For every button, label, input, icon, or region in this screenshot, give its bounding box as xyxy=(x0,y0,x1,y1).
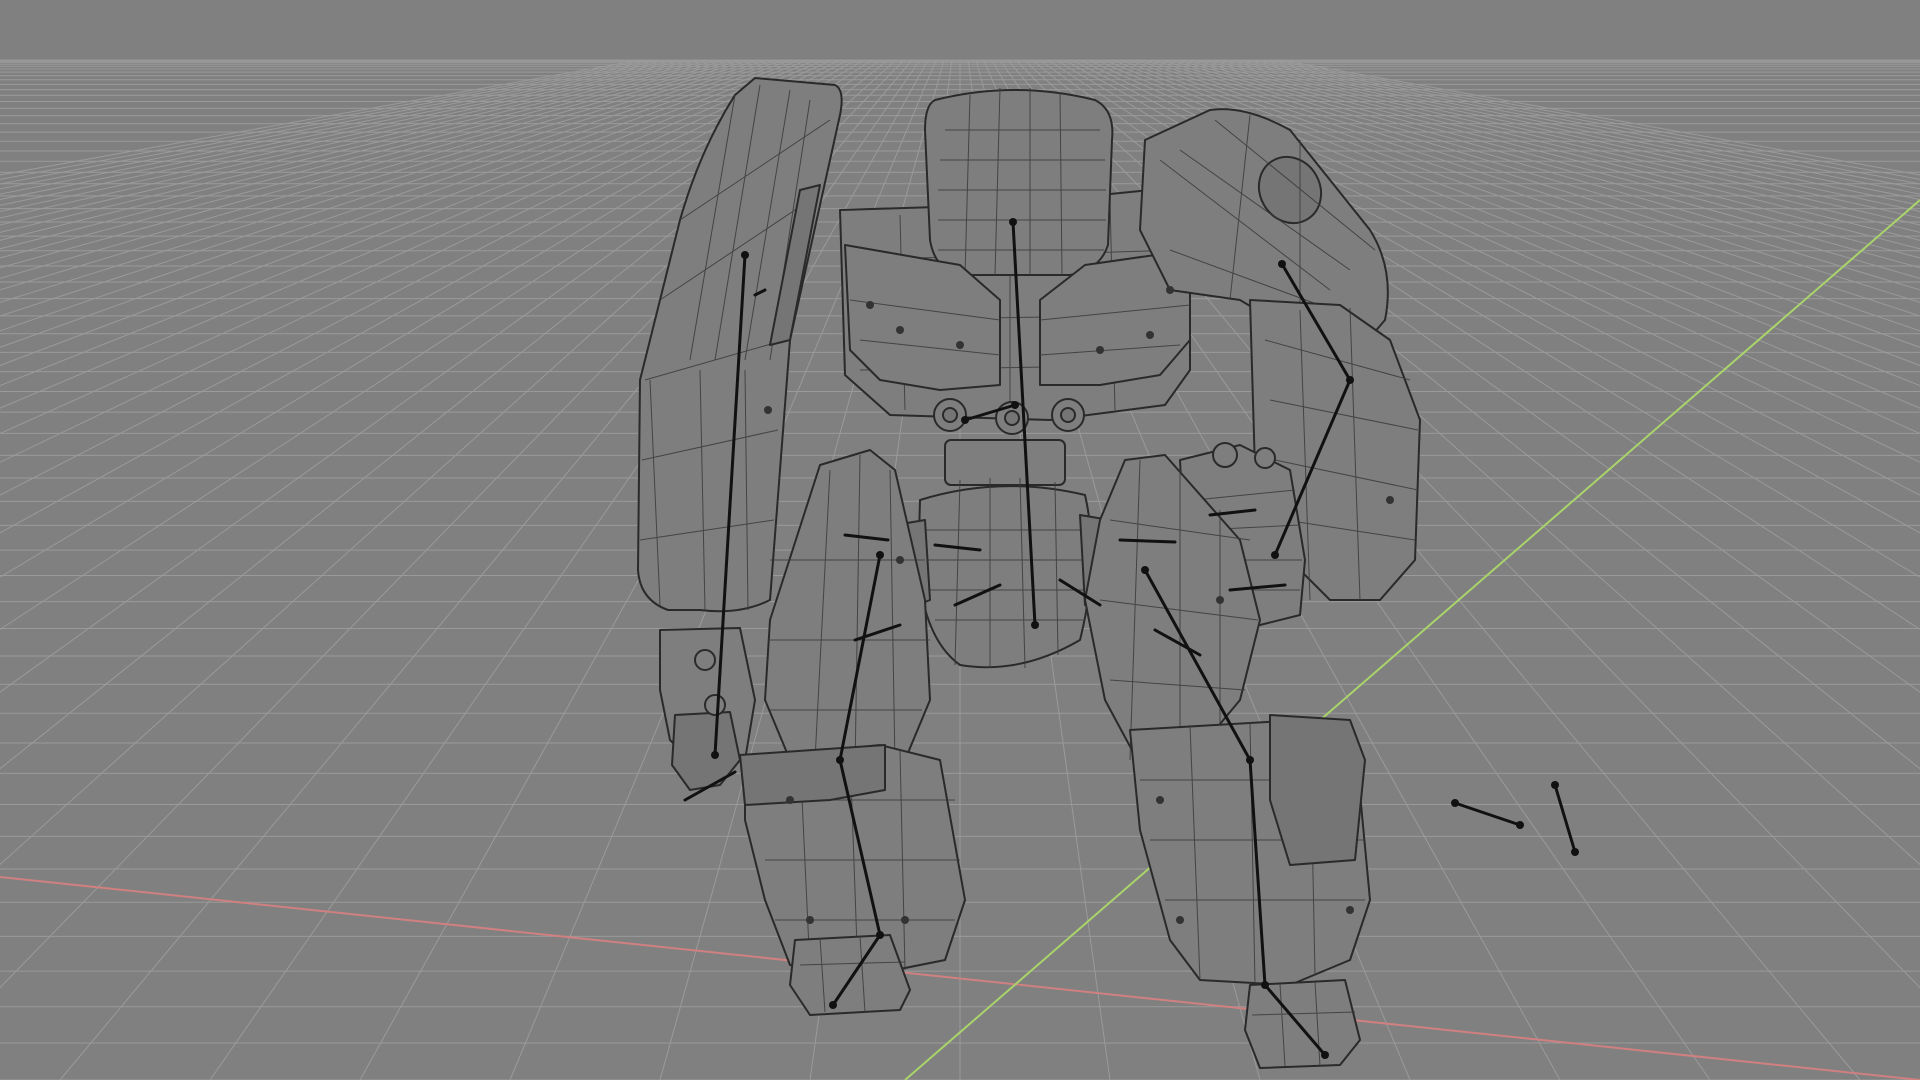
left-foot[interactable] xyxy=(789,934,911,1016)
head-cockpit[interactable] xyxy=(924,89,1114,276)
viewport-canvas[interactable] xyxy=(0,0,1920,1080)
pelvis[interactable] xyxy=(917,485,1093,669)
3d-viewport[interactable] xyxy=(0,0,1920,1080)
neck-cylinders xyxy=(933,398,1085,486)
bone-hip-right xyxy=(1118,538,1177,544)
right-knee-armor xyxy=(1269,714,1366,866)
right-foot[interactable] xyxy=(1244,979,1361,1069)
